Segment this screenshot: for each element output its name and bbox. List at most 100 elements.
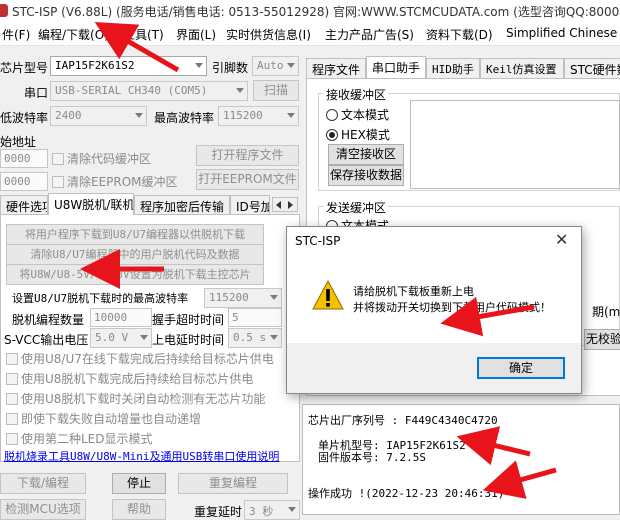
receive-buffer-textarea[interactable] [410, 100, 620, 189]
vcc-output-select[interactable]: 5.0 V [90, 328, 152, 348]
close-icon[interactable]: ✕ [555, 230, 568, 249]
chevron-down-icon [195, 63, 203, 68]
chevron-down-icon [236, 88, 244, 93]
eeprom-address-input[interactable]: 0000 [0, 172, 48, 191]
message-dialog: STC-ISP ✕ 请给脱机下载板重新上电 并将拨动开关切换到下载用户代码模式！… [286, 226, 582, 394]
scan-button[interactable]: 扫描 [253, 80, 299, 101]
receive-hex-mode-radio[interactable]: HEX模式 [326, 126, 390, 143]
tab-encrypted-transfer[interactable]: 程序加密后传输 [134, 195, 230, 215]
menu-program[interactable]: 编程/下载(O) [38, 26, 109, 43]
receive-text-mode-radio[interactable]: 文本模式 [326, 106, 389, 123]
no-parity-button[interactable]: 无校验 [584, 329, 620, 350]
chevron-left-icon [276, 201, 281, 209]
chevron-down-icon [270, 295, 278, 300]
clear-receive-button[interactable]: 清空接收区 [328, 144, 404, 165]
min-baud-select[interactable]: 2400 [50, 106, 147, 126]
repeat-delay-select[interactable]: 3 秒 [244, 500, 300, 520]
dialog-title: STC-ISP [295, 234, 341, 248]
repeat-program-button[interactable]: 重复编程 [178, 473, 288, 494]
u8w-manual-link[interactable]: 脱机烧录工具U8W/U8W-Mini及通用USB转串口使用说明 [4, 448, 296, 464]
pin-count-select[interactable]: Auto [252, 56, 299, 76]
download-to-u8-button[interactable]: 将用户程序下载到U8/U7编程器以供脱机下载 [6, 224, 264, 245]
chevron-down-icon [270, 335, 278, 340]
chevron-down-icon [140, 335, 148, 340]
power-delay-value: 0.5 s [233, 331, 267, 344]
handshake-timeout-label: 握手超时时间 [152, 313, 225, 327]
dialog-title-bar: STC-ISP ✕ [287, 227, 581, 255]
u8-online-power-checkbox[interactable]: 使用U8/U7在线下载完成后持续给目标芯片供电 [6, 350, 274, 367]
menu-file[interactable]: 件(F) [2, 26, 30, 43]
tab-keil-settings[interactable]: Keil仿真设置 [480, 58, 564, 78]
checkbox-box [6, 373, 18, 385]
tab-stc-hardware[interactable]: STC硬件数 [564, 58, 620, 78]
vcc-output-value: 5.0 V [95, 331, 129, 344]
max-baud-select[interactable]: 115200 [218, 106, 299, 126]
led-mode-checkbox[interactable]: 使用第二种LED显示模式 [6, 430, 153, 447]
set-baud-label: 设置U8/U7脱机下载时的最高波特率 [12, 292, 189, 305]
help-button[interactable]: 帮助 [112, 499, 166, 520]
checkbox-box [6, 413, 18, 425]
disable-detect-label: 使用U8脱机下载时关闭自动检测有无芯片功能 [21, 392, 266, 406]
handshake-timeout-input[interactable]: 5 [228, 308, 282, 327]
warning-icon [312, 279, 344, 310]
menu-products[interactable]: 主力产品广告(S) [325, 26, 414, 43]
port-select[interactable]: USB-SERIAL CH340 (COM5) [50, 81, 248, 101]
tab-scroll-buttons[interactable] [272, 197, 298, 212]
radio-dot-selected [326, 129, 338, 141]
power-delay-label: 上电延时时间 [152, 333, 225, 347]
clear-eeprom-label: 清除EEPROM缓冲区 [67, 175, 178, 189]
menu-supply[interactable]: 实时供货信息(I) [226, 26, 311, 43]
min-baud-label: 低波特率 [0, 111, 49, 125]
tab-hid-assistant[interactable]: HID助手 [426, 58, 480, 78]
pin-count-label: 引脚数 [212, 61, 249, 75]
clear-code-label: 清除代码缓冲区 [67, 152, 152, 166]
chevron-down-icon [135, 113, 143, 118]
chevron-down-icon [287, 113, 295, 118]
title-bar: STC-ISP (V6.88L) (服务电话/销售电话: 0513-550129… [0, 0, 620, 22]
stop-button[interactable]: 停止 [112, 473, 166, 494]
power-delay-select[interactable]: 0.5 s [228, 328, 282, 348]
start-address-label: 始地址 [0, 135, 37, 149]
dialog-message-line1: 请给脱机下载板重新上电 [353, 285, 474, 298]
u8-baud-select[interactable]: 115200 [204, 288, 282, 308]
open-eeprom-file-button[interactable]: 打开EEPROM文件 [196, 169, 299, 190]
u8-offline-power-checkbox[interactable]: 使用U8脱机下载完成后持续给目标芯片供电 [6, 370, 253, 387]
clear-code-checkbox[interactable]: 清除代码缓冲区 [52, 150, 151, 167]
menu-tools[interactable]: 工具(T) [123, 26, 164, 43]
port-value: USB-SERIAL CH340 (COM5) [55, 84, 208, 97]
chip-model-select[interactable]: IAP15F2K61S2 [50, 56, 207, 76]
led-mode-label: 使用第二种LED显示模式 [21, 432, 153, 446]
clear-u8-button[interactable]: 清除U8/U7编程器中的用户脱机代码及数据 [6, 244, 264, 265]
check-mcu-options-button[interactable]: 检测MCU选项 [0, 499, 86, 520]
log-success-message: 操作成功 !(2022-12-23 20:46:31) [308, 487, 505, 500]
clear-eeprom-checkbox[interactable]: 清除EEPROM缓冲区 [52, 173, 178, 190]
tab-serial-assistant[interactable]: 串口助手 [366, 56, 426, 78]
auto-increment-checkbox[interactable]: 即使下载失败自动增量也自动递增 [6, 410, 201, 427]
ok-button[interactable]: 确定 [477, 357, 565, 379]
open-program-file-button[interactable]: 打开程序文件 [196, 145, 299, 166]
repeat-delay-label: 重复延时 [194, 505, 243, 519]
tab-id-number[interactable]: ID号加 [230, 195, 270, 215]
prog-count-input[interactable]: 10000 [90, 308, 152, 327]
app-icon [0, 4, 8, 17]
checkbox-box [6, 393, 18, 405]
u8-baud-value: 115200 [209, 291, 249, 304]
disable-detect-checkbox[interactable]: 使用U8脱机下载时关闭自动检测有无芯片功能 [6, 390, 265, 407]
menu-view[interactable]: 界面(L) [176, 26, 216, 43]
receive-text-mode-label: 文本模式 [341, 108, 390, 122]
u8-online-power-label: 使用U8/U7在线下载完成后持续给目标芯片供电 [21, 352, 274, 366]
download-program-button[interactable]: 下载/编程 [0, 473, 86, 494]
save-receive-button[interactable]: 保存接收数据 [328, 165, 404, 186]
code-address-input[interactable]: 0000 [0, 149, 48, 168]
menu-docs[interactable]: 资料下载(D) [426, 26, 493, 43]
send-buffer-title: 发送缓冲区 [324, 199, 389, 216]
receive-hex-mode-label: HEX模式 [341, 128, 390, 142]
tab-u8w-offline[interactable]: U8W脱机/联机 [48, 193, 134, 215]
set-u8-master-button[interactable]: 将U8W/U8-5V/U8-3V设置为脱机下载主控芯片 [6, 264, 264, 285]
tab-hardware-options[interactable]: 硬件选项 [0, 195, 48, 215]
auto-increment-label: 即使下载失败自动增量也自动递增 [21, 412, 202, 426]
menu-language[interactable]: Simplified Chinese [506, 26, 617, 40]
repeat-delay-value: 3 秒 [249, 505, 274, 518]
radio-dot [326, 109, 338, 121]
tab-program-file[interactable]: 程序文件 [306, 58, 366, 78]
